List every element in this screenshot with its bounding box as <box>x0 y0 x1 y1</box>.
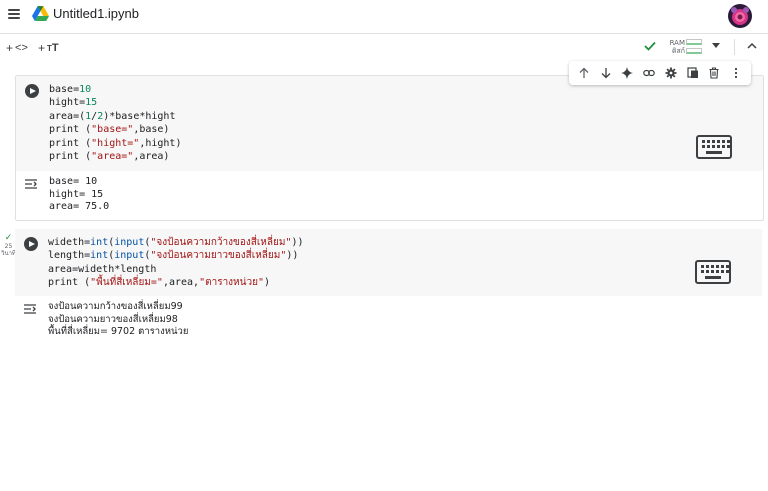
code-line: base=10 <box>49 84 92 95</box>
keyboard-icon[interactable] <box>695 260 731 284</box>
success-check-icon: ✓ <box>4 233 13 243</box>
runtime-dropdown-icon[interactable] <box>712 43 720 48</box>
notebook-toolbar: + <> + TT RAM ดิสก์ <box>0 33 768 61</box>
code-editor[interactable]: wideth=int(input("จงป้อนความกว้างของสี่เ… <box>15 229 762 296</box>
chevron-up-icon[interactable] <box>746 40 758 52</box>
disk-bar <box>686 48 702 54</box>
mirror-cell-icon[interactable] <box>685 66 700 81</box>
menu-icon[interactable] <box>8 9 20 19</box>
cell-output: จงป้อนความกว้างของสี่เหลี่ยม99 จงป้อนความ… <box>48 301 188 339</box>
trash-icon[interactable] <box>707 66 722 81</box>
code-line: print ("area=",area) <box>49 151 170 163</box>
output-line: พื้นที่สี่เหลี่ยม= 9702 ตารางหน่วย <box>48 326 189 337</box>
text-format-icon: TT <box>47 42 59 54</box>
output-line: จงป้อนความกว้างของสี่เหลี่ยม99 <box>48 301 183 312</box>
cell-toolbar <box>569 61 751 85</box>
plus-icon: + <box>38 41 46 55</box>
exec-unit: วินาที <box>1 250 16 257</box>
drive-logo-icon[interactable] <box>32 6 49 21</box>
exec-time: 25 <box>4 243 13 250</box>
code-text[interactable]: wideth=int(input("จงป้อนความกว้างของสี่เ… <box>48 236 304 290</box>
output-toggle-icon[interactable] <box>23 304 37 314</box>
output-line: base= 10 <box>49 176 98 187</box>
code-cell-1[interactable]: base=10 hight=15 area=(1/2)*base*hight prin… <box>15 75 764 221</box>
link-icon[interactable] <box>642 66 657 81</box>
output-line: hight= 15 <box>49 188 104 200</box>
more-vert-icon[interactable] <box>729 66 744 81</box>
resource-labels: RAM ดิสก์ <box>667 39 685 55</box>
code-text[interactable]: base=10 hight=15 area=(1/2)*base*hight prin… <box>49 83 181 163</box>
keyboard-icon[interactable] <box>696 135 732 159</box>
output-line: area= 75.0 <box>49 201 110 212</box>
code-line: length=int(input("จงป้อนความยาวของสี่เหล… <box>48 250 299 262</box>
gear-icon[interactable] <box>663 66 678 81</box>
code-line: hight=15 <box>49 97 98 109</box>
ram-bar <box>686 39 702 45</box>
arrow-down-icon[interactable] <box>598 66 613 81</box>
run-cell-button[interactable] <box>24 237 38 251</box>
plus-icon: + <box>6 41 14 55</box>
code-line: print ("hight=",hight) <box>49 137 182 149</box>
disk-label: ดิสก์ <box>671 47 685 55</box>
app-header: Untitled1.ipynb <box>0 0 768 32</box>
output-line: จงป้อนความยาวของสี่เหลี่ยม98 <box>48 313 178 325</box>
code-icon: <> <box>15 42 28 54</box>
code-line: wideth=int(input("จงป้อนความกว้างของสี่เ… <box>48 237 304 248</box>
code-line: print ("พื้นที่สี่เหลี่ยม=",area,"ตารางห… <box>48 277 271 289</box>
code-line: area=wideth*length <box>48 263 157 275</box>
code-editor[interactable]: base=10 hight=15 area=(1/2)*base*hight prin… <box>16 76 763 171</box>
toolbar-divider <box>734 39 735 55</box>
arrow-up-icon[interactable] <box>576 66 591 81</box>
code-line: area=(1/2)*base*hight <box>49 110 176 122</box>
notebook-title[interactable]: Untitled1.ipynb <box>53 6 139 21</box>
sparkle-icon[interactable] <box>620 66 635 81</box>
execution-status: ✓ 25 วินาที <box>1 233 16 258</box>
resource-usage-bars[interactable] <box>686 39 702 57</box>
cell-output: base= 10 hight= 15 area= 75.0 <box>49 176 109 214</box>
code-cell-2[interactable]: wideth=int(input("จงป้อนความกว้างของสี่เ… <box>15 229 764 339</box>
add-code-button[interactable]: + <> <box>6 41 28 55</box>
code-line: print ("base=",base) <box>49 124 170 136</box>
output-toggle-icon[interactable] <box>24 179 38 189</box>
run-cell-button[interactable] <box>25 84 39 98</box>
avatar[interactable] <box>728 4 752 28</box>
ram-label: RAM <box>669 39 685 47</box>
connected-check-icon <box>644 41 656 51</box>
add-text-button[interactable]: + TT <box>38 41 59 55</box>
